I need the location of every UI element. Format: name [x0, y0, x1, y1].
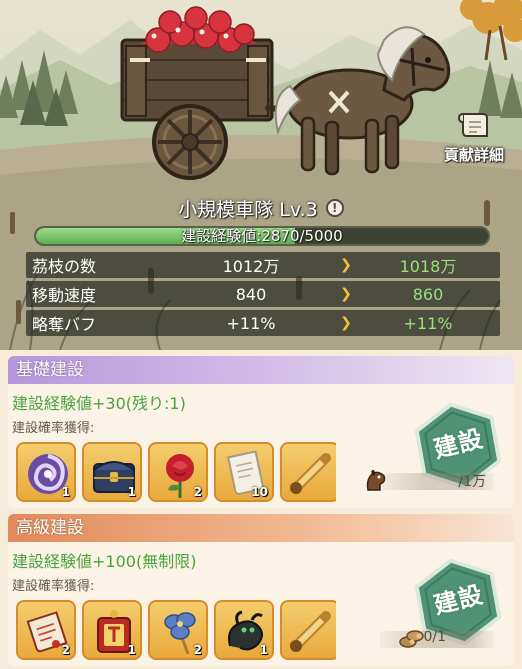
reward-item[interactable]: 1 — [82, 600, 142, 660]
stat-row: 略奪バフ +11% ❯ +11% — [26, 310, 500, 336]
reward-count: 1 — [259, 643, 268, 657]
stat-next: 860 — [412, 284, 444, 304]
basic-build-cost: /1万 — [358, 470, 508, 492]
reward-count: 10 — [251, 485, 268, 499]
stat-current: 1012万 — [222, 257, 280, 276]
advanced-build-header: 高級建設 — [8, 514, 514, 542]
reward-count: 2 — [61, 643, 70, 657]
stat-current: 840 — [235, 284, 267, 304]
stat-row: 茘枝の数 1012万 ❯ 1018万 — [26, 252, 500, 278]
golden-scroll-icon — [290, 611, 331, 652]
reward-count: 2 — [193, 643, 202, 657]
info-icon[interactable]: ! — [325, 199, 344, 217]
reward-item[interactable]: 1 — [82, 442, 142, 502]
reward-count: 1 — [127, 485, 136, 499]
golden-scroll-icon — [290, 453, 331, 494]
advanced-build-reward-list[interactable]: 2 1 2 1 — [16, 600, 336, 664]
caravan-scene: 貢献詳細 小規模車隊 Lv.3 ! 建設経験値:2870/5000 茘枝の数 1… — [0, 0, 522, 350]
stat-name: 略奪バフ — [32, 315, 97, 334]
reward-item[interactable] — [280, 442, 336, 502]
arrow-right-icon: ❯ — [340, 257, 352, 273]
reward-item[interactable] — [280, 600, 336, 660]
reward-item[interactable]: 1 — [16, 442, 76, 502]
stats-table: 茘枝の数 1012万 ❯ 1018万 移動速度 840 ❯ 860 略奪バフ +… — [26, 252, 500, 339]
reward-item[interactable]: 2 — [148, 600, 208, 660]
stat-current: +11% — [226, 313, 276, 333]
reward-item[interactable]: 2 — [16, 600, 76, 660]
contribution-details-button[interactable]: 貢献詳細 — [432, 108, 516, 168]
construction-exp-bar: 建設経験値:2870/5000 — [34, 226, 490, 246]
stat-row: 移動速度 840 ❯ 860 — [26, 281, 500, 307]
caravan-title-row: 小規模車隊 Lv.3 ! — [0, 193, 522, 223]
horse-icon — [366, 470, 386, 491]
construction-exp-text: 建設経験値:2870/5000 — [181, 227, 343, 245]
reward-item[interactable]: 10 — [214, 442, 274, 502]
basic-build-header: 基礎建設 — [8, 356, 514, 384]
reward-item[interactable]: 1 — [214, 600, 274, 660]
basic-build-panel: 基礎建設 建設経験値+30(残り:1) 建設確率獲得: 1 1 2 10 建設 … — [8, 356, 514, 508]
stat-next: +11% — [403, 313, 453, 333]
scroll-icon — [457, 113, 488, 137]
reward-item[interactable]: 2 — [148, 442, 208, 502]
advanced-build-cost-value: 0/1 — [423, 629, 446, 645]
stat-name: 茘枝の数 — [32, 257, 97, 276]
arrow-right-icon: ❯ — [340, 286, 352, 302]
reward-count: 2 — [193, 485, 202, 499]
contribution-details-label: 貢献詳細 — [443, 146, 504, 164]
arrow-right-icon: ❯ — [340, 315, 352, 331]
stat-next: 1018万 — [399, 257, 457, 276]
basic-build-reward-list[interactable]: 1 1 2 10 — [16, 442, 336, 506]
basic-build-cost-value: /1万 — [458, 474, 486, 490]
stat-name: 移動速度 — [32, 286, 97, 305]
caravan-name: 小規模車隊 Lv.3 — [178, 198, 318, 221]
advanced-build-panel: 高級建設 建設経験値+100(無制限) 建設確率獲得: 2 1 2 1 建設 0… — [8, 514, 514, 666]
wood-logs-icon — [399, 630, 424, 648]
reward-count: 1 — [127, 643, 136, 657]
advanced-build-cost: 0/1 — [358, 628, 508, 650]
reward-count: 1 — [61, 485, 70, 499]
